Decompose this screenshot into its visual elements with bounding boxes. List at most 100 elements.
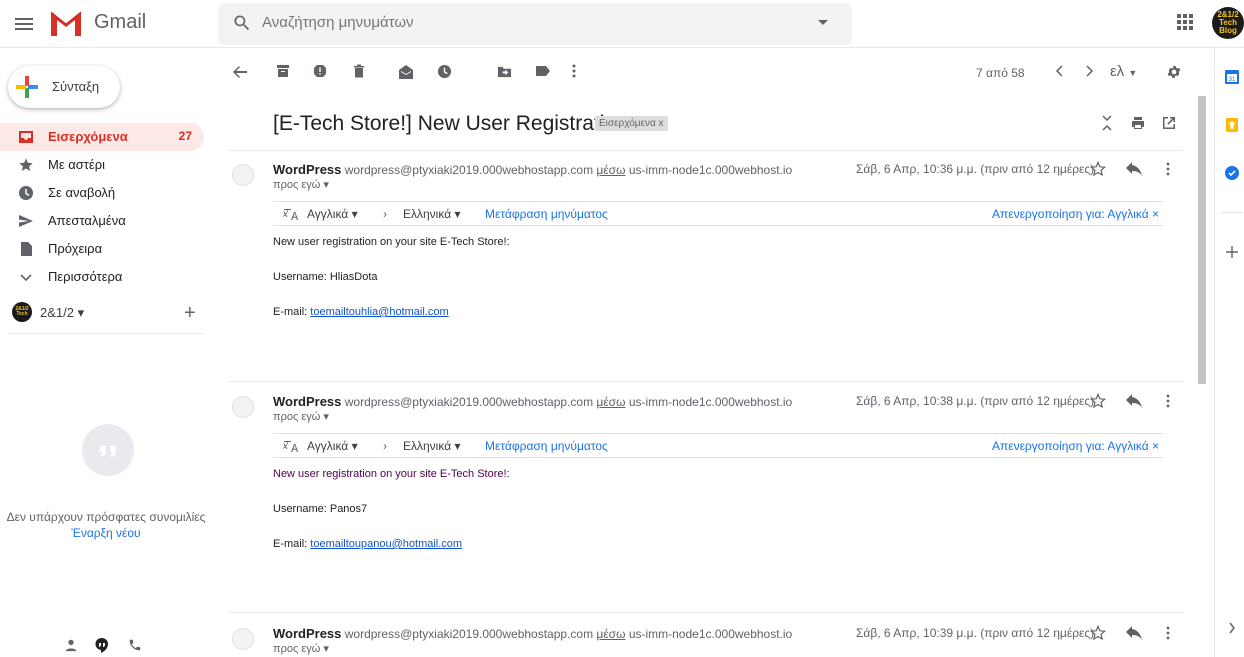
inbox-label-chip[interactable]: Εισερχόμενα x <box>595 116 668 131</box>
collapse-all-icon[interactable] <box>1101 114 1113 132</box>
archive-icon[interactable] <box>276 64 290 78</box>
app-name: Gmail <box>94 11 147 33</box>
body-line: New user registration on your site E-Tec… <box>273 236 510 248</box>
back-arrow-icon[interactable] <box>232 64 248 80</box>
main-menu-button[interactable] <box>12 12 36 36</box>
message-body: New user registration on your site E-Tec… <box>273 236 510 341</box>
hangouts-user-label: 2&1/2 <box>40 305 74 320</box>
get-addons-plus-icon[interactable] <box>1226 246 1238 258</box>
gmail-logo[interactable] <box>48 8 84 38</box>
thread-subject: [E-Tech Store!] New User Registration <box>273 112 628 135</box>
report-spam-icon[interactable] <box>313 64 327 78</box>
sidebar-item-drafts[interactable]: Πρόχειρα <box>0 235 204 263</box>
message-card: WordPress wordpress@ptyxiaki2019.000webh… <box>228 158 1183 368</box>
via-host: us-imm-node1c.000webhost.io <box>628 627 793 641</box>
sidebar-item-inbox[interactable]: Εισερχόμενα 27 <box>0 123 204 151</box>
new-chat-plus-icon[interactable]: + <box>184 302 196 325</box>
disable-translation-link[interactable]: Απενεργοποίηση για: Αγγλικά × <box>992 207 1159 221</box>
target-language-dropdown[interactable]: Ελληνικά ▾ <box>403 439 461 453</box>
snooze-clock-icon[interactable] <box>437 64 452 79</box>
sidebar-item-sent[interactable]: Απεσταλμένα <box>0 207 204 235</box>
sender-email: wordpress@ptyxiaki2019.000webhostapp.com <box>344 163 594 177</box>
hangouts-chat-icon[interactable] <box>94 637 110 653</box>
star-toggle-icon[interactable] <box>1090 393 1106 409</box>
email-link[interactable]: toemailtouhlia@hotmail.com <box>310 306 448 318</box>
compose-label: Σύνταξη <box>52 79 100 94</box>
input-language-selector[interactable]: ελ ▼ <box>1110 63 1137 80</box>
newer-chevron-left-icon[interactable] <box>1054 64 1064 78</box>
translate-message-link[interactable]: Μετάφραση μηνύματος <box>485 439 608 453</box>
recipient-dropdown[interactable]: προς εγώ ▾ <box>273 642 329 655</box>
search-input[interactable] <box>262 14 802 31</box>
email-link[interactable]: toemailtoupanou@hotmail.com <box>310 538 462 550</box>
search-options-dropdown-icon[interactable] <box>818 20 828 25</box>
translate-message-link[interactable]: Μετάφραση μηνύματος <box>485 207 608 221</box>
sender-line[interactable]: WordPress wordpress@ptyxiaki2019.000webh… <box>273 162 792 177</box>
sender-name: WordPress <box>273 162 342 177</box>
source-language-dropdown[interactable]: Αγγλικά ▾ <box>307 207 358 221</box>
hangouts-user-name: 2&1/2 ▾ <box>40 305 85 320</box>
sidebar-item-snoozed[interactable]: Σε αναβολή <box>0 179 204 207</box>
side-panel-divider <box>1221 212 1243 213</box>
reply-icon[interactable] <box>1126 394 1142 408</box>
account-avatar[interactable]: 2&1/2 Tech Blog <box>1212 7 1244 39</box>
side-panel: 31 <box>1214 48 1244 657</box>
keep-notes-icon[interactable] <box>1225 118 1239 132</box>
star-icon <box>19 158 33 171</box>
sidebar-item-more[interactable]: Περισσότερα <box>0 263 204 291</box>
calendar-icon[interactable]: 31 <box>1225 70 1239 84</box>
message-more-icon[interactable] <box>1166 626 1170 640</box>
label-tag-icon[interactable] <box>535 64 551 78</box>
message-divider <box>228 150 1183 151</box>
translation-bar: Αγγλικά ▾ › Ελληνικά ▾ Μετάφραση μηνύματ… <box>273 201 1163 226</box>
svg-text:31: 31 <box>1229 77 1236 83</box>
show-side-panel-chevron-icon[interactable] <box>1228 622 1236 634</box>
sender-line[interactable]: WordPress wordpress@ptyxiaki2019.000webh… <box>273 626 792 641</box>
recipient-dropdown[interactable]: προς εγώ ▾ <box>273 178 329 191</box>
sidebar-item-label: Με αστέρι <box>48 157 105 172</box>
sender-avatar <box>232 396 254 418</box>
reply-icon[interactable] <box>1126 162 1142 176</box>
open-new-window-icon[interactable] <box>1162 116 1176 130</box>
disable-translation-link[interactable]: Απενεργοποίηση για: Αγγλικά × <box>992 439 1159 453</box>
mark-unread-icon[interactable] <box>398 64 414 80</box>
target-language-dropdown[interactable]: Ελληνικά ▾ <box>403 207 461 221</box>
chevron-down-icon <box>20 274 32 282</box>
tasks-icon[interactable] <box>1225 166 1239 180</box>
sender-line[interactable]: WordPress wordpress@ptyxiaki2019.000webh… <box>273 394 792 409</box>
search-icon[interactable] <box>232 13 252 33</box>
message-body: New user registration on your site E-Tec… <box>273 468 510 573</box>
star-toggle-icon[interactable] <box>1090 161 1106 177</box>
via-label[interactable]: μέσω <box>596 395 625 409</box>
sender-email: wordpress@ptyxiaki2019.000webhostapp.com <box>344 627 594 641</box>
draft-icon <box>21 242 32 256</box>
email-label: E-mail: <box>273 538 311 550</box>
move-to-folder-icon[interactable] <box>497 64 512 79</box>
input-language-label: ελ <box>1110 63 1125 80</box>
recipient-dropdown[interactable]: προς εγώ ▾ <box>273 410 329 423</box>
print-icon[interactable] <box>1131 116 1145 130</box>
star-toggle-icon[interactable] <box>1090 625 1106 641</box>
settings-gear-icon[interactable] <box>1166 64 1182 80</box>
scrollbar-thumb[interactable] <box>1198 96 1206 384</box>
contacts-person-icon[interactable] <box>64 638 78 652</box>
message-more-icon[interactable] <box>1166 162 1170 176</box>
google-apps-button[interactable] <box>1176 13 1194 31</box>
via-label[interactable]: μέσω <box>596 627 625 641</box>
reply-icon[interactable] <box>1126 626 1142 640</box>
sidebar-item-label: Σε αναβολή <box>48 185 116 200</box>
body-line: Username: Panos7 <box>273 503 368 515</box>
phone-call-icon[interactable] <box>128 638 142 652</box>
via-label[interactable]: μέσω <box>596 163 625 177</box>
body-email-line: E-mail: toemailtoupanou@hotmail.com <box>273 538 510 551</box>
delete-icon[interactable] <box>352 64 366 78</box>
source-language-dropdown[interactable]: Αγγλικά ▾ <box>307 439 358 453</box>
more-options-icon[interactable] <box>572 64 576 78</box>
sidebar-item-starred[interactable]: Με αστέρι <box>0 151 204 179</box>
search-bar[interactable] <box>218 3 852 45</box>
older-chevron-right-icon[interactable] <box>1085 64 1095 78</box>
translate-icon <box>283 441 299 452</box>
compose-button[interactable]: Σύνταξη <box>8 66 120 108</box>
message-more-icon[interactable] <box>1166 394 1170 408</box>
start-new-chat-link[interactable]: Έναρξη νέου <box>0 526 212 540</box>
